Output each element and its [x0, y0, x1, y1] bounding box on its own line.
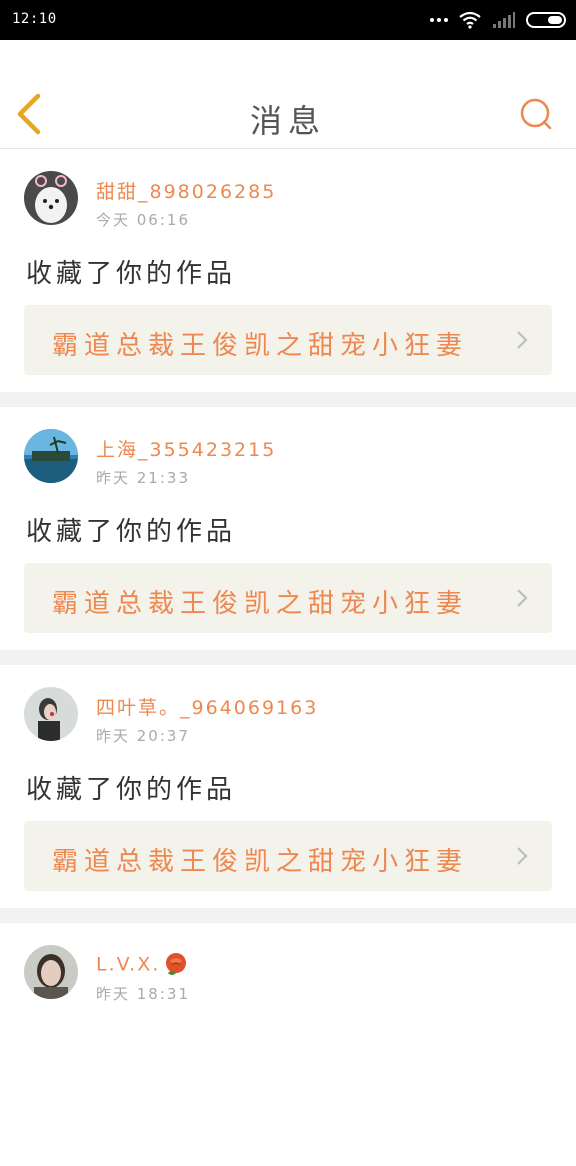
battery-icon [526, 12, 566, 28]
divider [0, 650, 576, 665]
search-icon[interactable] [518, 96, 554, 132]
work-title: 霸道总裁王俊凯之甜宠小狂妻 [52, 331, 469, 361]
work-link[interactable]: 霸道总裁王俊凯之甜宠小狂妻 [24, 821, 552, 891]
avatar[interactable] [24, 945, 78, 999]
work-title: 霸道总裁王俊凯之甜宠小狂妻 [52, 847, 469, 877]
more-dots-icon [430, 18, 448, 22]
chevron-right-icon [517, 331, 528, 349]
list-item: 四叶草。_964069163 昨天 20:37 收藏了你的作品 霸道总裁王俊凯之… [0, 665, 576, 908]
action-text: 收藏了你的作品 [26, 259, 237, 289]
status-time: 12:10 [12, 11, 57, 27]
status-icons [430, 10, 566, 30]
timestamp: 今天 06:16 [96, 211, 190, 229]
timestamp: 昨天 21:33 [96, 469, 190, 487]
work-title: 霸道总裁王俊凯之甜宠小狂妻 [52, 589, 469, 619]
work-link[interactable]: 霸道总裁王俊凯之甜宠小狂妻 [24, 563, 552, 633]
chevron-right-icon [517, 589, 528, 607]
username[interactable]: 甜甜_898026285 [96, 177, 276, 204]
username-text: L.V.X. [96, 953, 161, 976]
header: 消息 [0, 40, 576, 149]
list-item: 甜甜_898026285 今天 06:16 收藏了你的作品 霸道总裁王俊凯之甜宠… [0, 149, 576, 392]
avatar[interactable] [24, 171, 78, 225]
page-title: 消息 [249, 102, 326, 140]
divider [0, 908, 576, 923]
rose-icon [166, 953, 187, 975]
action-text: 收藏了你的作品 [26, 517, 237, 547]
work-link[interactable]: 霸道总裁王俊凯之甜宠小狂妻 [24, 305, 552, 375]
divider [0, 392, 576, 407]
action-text: 收藏了你的作品 [26, 775, 237, 805]
username[interactable]: 四叶草。_964069163 [96, 693, 318, 720]
timestamp: 昨天 20:37 [96, 727, 190, 745]
message-list: 甜甜_898026285 今天 06:16 收藏了你的作品 霸道总裁王俊凯之甜宠… [0, 149, 576, 1166]
username[interactable]: L.V.X. [96, 951, 190, 979]
timestamp: 昨天 18:31 [96, 985, 190, 1003]
username[interactable]: 上海_355423215 [96, 435, 276, 462]
signal-icon [493, 12, 515, 28]
status-bar: 12:10 [0, 0, 576, 40]
avatar[interactable] [24, 429, 78, 483]
chevron-right-icon [517, 847, 528, 865]
avatar[interactable] [24, 687, 78, 741]
wifi-icon [459, 11, 481, 29]
list-item: L.V.X. 昨天 18:31 [0, 923, 576, 1166]
list-item: 上海_355423215 昨天 21:33 收藏了你的作品 霸道总裁王俊凯之甜宠… [0, 407, 576, 650]
